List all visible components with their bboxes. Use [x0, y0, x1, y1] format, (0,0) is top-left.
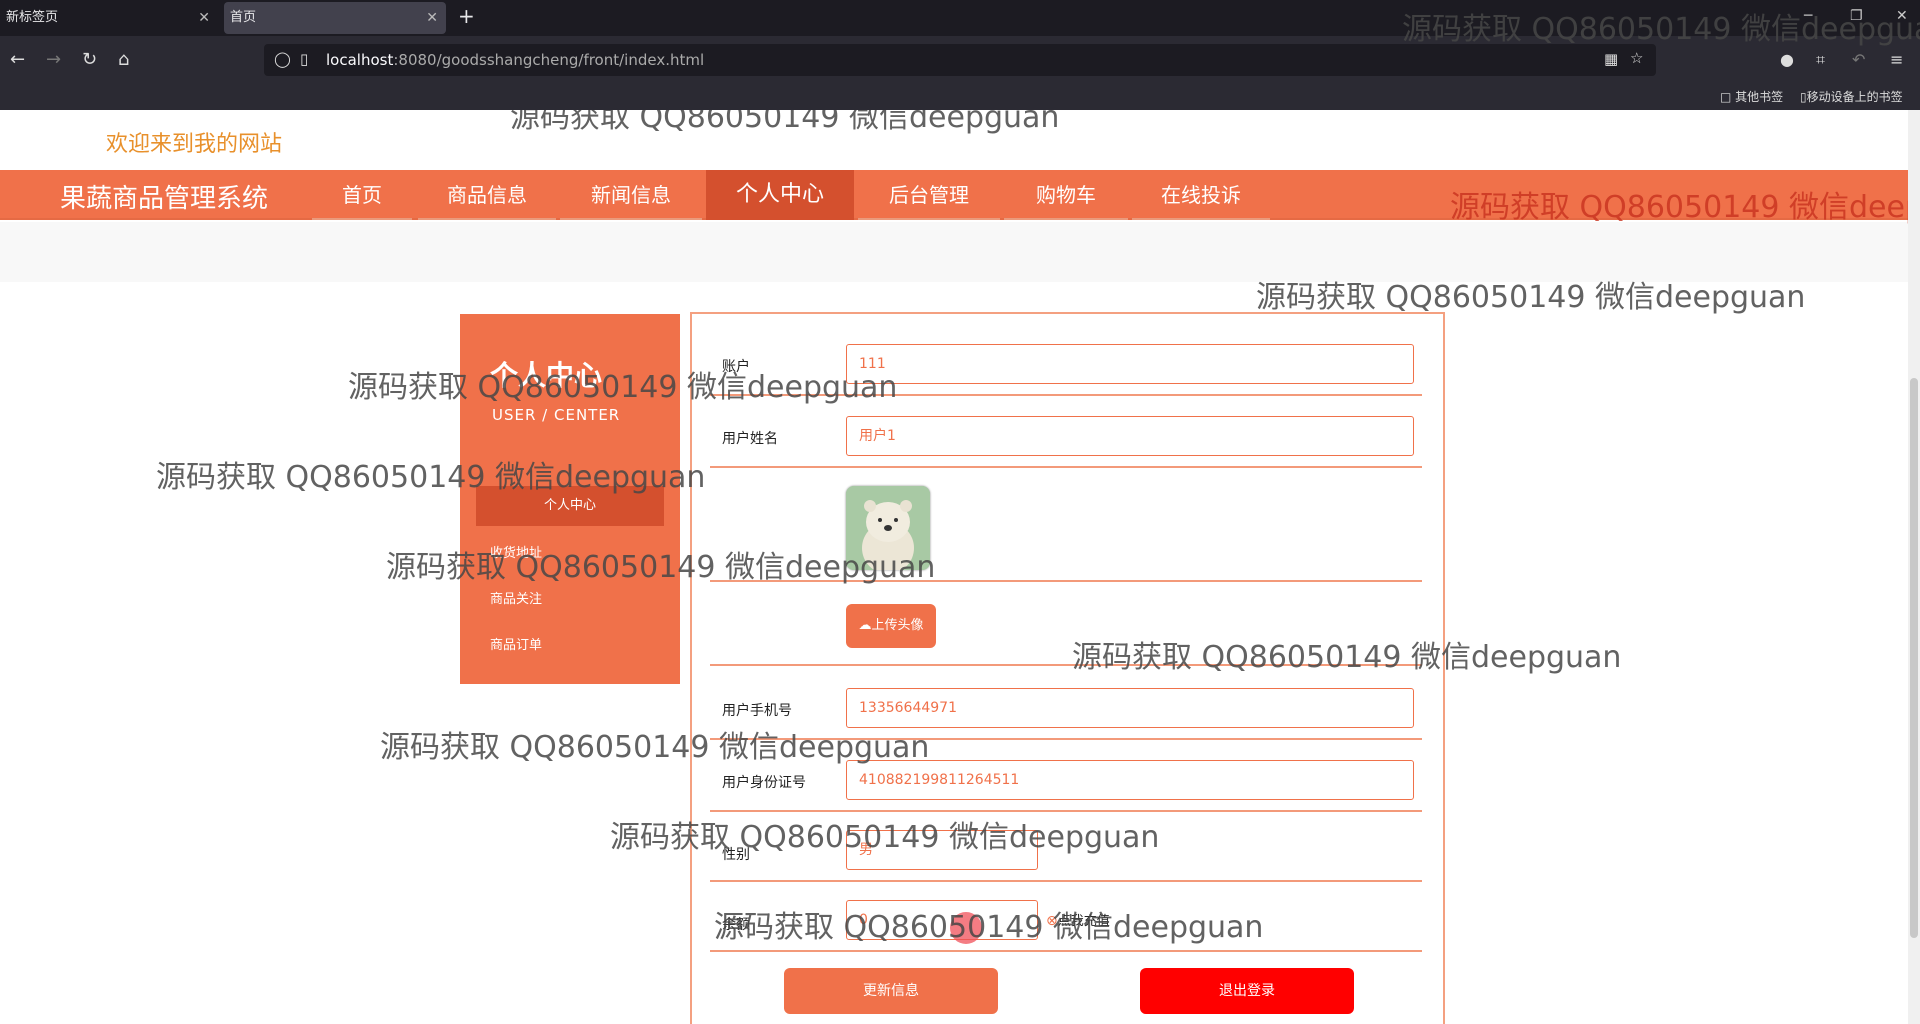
- back-icon[interactable]: ←: [10, 48, 25, 72]
- name-input[interactable]: 用户1: [846, 416, 1414, 456]
- watermark: 源码获取 QQ86050149 微信deepguan: [1256, 280, 1806, 315]
- divider: [710, 880, 1422, 882]
- sidebar-item-orders[interactable]: 商品订单: [490, 634, 542, 653]
- idcard-label: 用户身份证号: [722, 775, 806, 791]
- bookmark-other[interactable]: □ 其他书签: [1720, 88, 1783, 105]
- phone-label: 用户手机号: [722, 703, 792, 719]
- watermark: 源码获取 QQ86050149 微信deepguan: [156, 460, 706, 495]
- account-input[interactable]: 111: [846, 344, 1414, 384]
- logout-button[interactable]: 退出登录: [1140, 968, 1354, 1014]
- new-tab-icon[interactable]: +: [458, 4, 475, 28]
- menu-item-news[interactable]: 新闻信息: [560, 170, 702, 220]
- undo-icon[interactable]: ↶: [1852, 48, 1865, 72]
- watermark: 源码获取 QQ86050149 微信deepguan: [610, 820, 1160, 855]
- update-info-button[interactable]: 更新信息: [784, 968, 998, 1014]
- page-scrollbar[interactable]: [1908, 110, 1920, 1024]
- url-bar[interactable]: ◯ ▯ localhost:8080/goodsshangcheng/front…: [264, 44, 1656, 76]
- name-label: 用户姓名: [722, 431, 778, 447]
- tab-home[interactable]: 首页 ✕: [224, 2, 446, 34]
- page-content: 欢迎来到我的网站 果蔬商品管理系统 首页 商品信息 新闻信息 个人中心 后台管理…: [0, 110, 1920, 1024]
- url-text: localhost:8080/goodsshangcheng/front/ind…: [326, 51, 705, 69]
- tab-close-icon[interactable]: ✕: [426, 2, 438, 34]
- upload-icon: ☁: [858, 618, 872, 633]
- watermark: 源码获取 QQ86050149 微信deepguan: [1402, 12, 1920, 47]
- extension-icon[interactable]: ●: [1780, 48, 1794, 72]
- menu-icon[interactable]: ≡: [1890, 48, 1903, 72]
- crop-icon[interactable]: ⌗: [1816, 48, 1825, 72]
- menu-item-goods[interactable]: 商品信息: [418, 170, 556, 220]
- watermark: 源码获取 QQ86050149 微信deepguan: [714, 910, 1264, 945]
- watermark: 源码获取 QQ86050149 微信deepguan: [386, 550, 936, 585]
- sidebar-item-favorites[interactable]: 商品关注: [490, 588, 542, 607]
- tab-close-icon[interactable]: ✕: [198, 2, 210, 34]
- phone-input[interactable]: 13356644971: [846, 688, 1414, 728]
- divider: [710, 950, 1422, 952]
- watermark: 源码获取 QQ86050149 微信deepguan: [510, 110, 1060, 135]
- watermark: 源码获取 QQ86050149 微信deepguan: [1450, 190, 1920, 225]
- watermark: 源码获取 QQ86050149 微信deepguan: [348, 370, 898, 405]
- divider: [710, 466, 1422, 468]
- welcome-text: 欢迎来到我的网站: [106, 132, 283, 157]
- menu-item-home[interactable]: 首页: [312, 170, 412, 220]
- forward-icon[interactable]: →: [46, 48, 61, 72]
- qr-code-icon[interactable]: ▦: [1604, 50, 1618, 68]
- bookmark-mobile[interactable]: ▯移动设备上的书签: [1800, 88, 1903, 105]
- menu-item-cart[interactable]: 购物车: [1004, 170, 1128, 220]
- shield-icon[interactable]: ◯: [274, 50, 291, 68]
- menu-item-complaint[interactable]: 在线投诉: [1132, 170, 1270, 220]
- idcard-input[interactable]: 410882199811264511: [846, 760, 1414, 800]
- watermark: 源码获取 QQ86050149 微信deepguan: [380, 730, 930, 765]
- site-brand: 果蔬商品管理系统: [60, 184, 269, 214]
- scrollbar-thumb[interactable]: [1910, 378, 1918, 938]
- menu-item-user-center[interactable]: 个人中心: [706, 170, 854, 220]
- menu-item-admin[interactable]: 后台管理: [858, 170, 1000, 220]
- watermark: 源码获取 QQ86050149 微信deepguan: [1072, 640, 1622, 675]
- tab-new[interactable]: 新标签页 ✕: [0, 2, 218, 34]
- reload-icon[interactable]: ↻: [82, 48, 97, 72]
- bookmark-star-icon[interactable]: ☆: [1630, 49, 1643, 67]
- page-icon: ▯: [300, 50, 309, 68]
- home-icon[interactable]: ⌂: [118, 48, 129, 72]
- sidebar-subtitle: USER / CENTER: [492, 406, 621, 424]
- bookmarks-bar: □ 其他书签 ▯移动设备上的书签: [0, 84, 1920, 110]
- upload-avatar-button[interactable]: ☁上传头像: [846, 604, 936, 648]
- tab-label: 新标签页: [6, 10, 59, 25]
- tab-label: 首页: [230, 10, 257, 25]
